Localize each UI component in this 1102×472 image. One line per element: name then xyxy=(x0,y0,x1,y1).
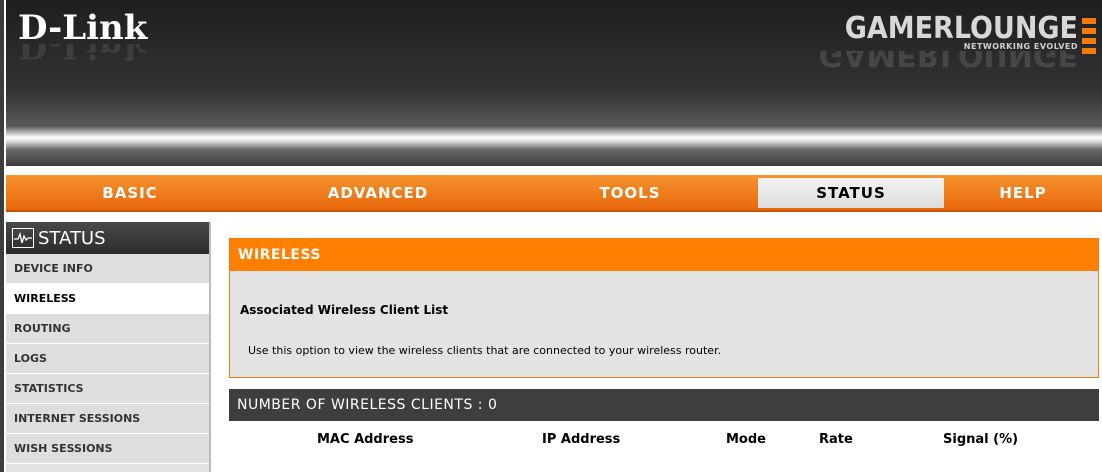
sidebar-title: STATUS xyxy=(38,227,106,249)
sidebar-item-routing[interactable]: ROUTING xyxy=(6,314,209,344)
gamerlounge-logo: GAMERLOUNGE NETWORKING EVOLVED GAMERLOUN… xyxy=(818,11,1096,69)
sidebar-item-statistics[interactable]: STATISTICS xyxy=(6,374,209,404)
tab-advanced[interactable]: ADVANCED xyxy=(254,175,502,210)
left-edge-bar xyxy=(0,0,4,472)
wireless-panel: WIRELESS Associated Wireless Client List… xyxy=(229,238,1099,378)
sidebar: STATUS DEVICE INFO WIRELESS ROUTING LOGS… xyxy=(6,222,211,472)
column-mac-address: MAC Address xyxy=(317,432,414,447)
column-ip-address: IP Address xyxy=(542,432,621,447)
status-pulse-icon xyxy=(12,228,34,248)
tab-status[interactable]: STATUS xyxy=(758,178,944,208)
table-header-row: MAC Address IP Address Mode Rate Signal … xyxy=(229,421,1099,461)
sidebar-item-logs[interactable]: LOGS xyxy=(6,344,209,374)
wireless-clients-table: NUMBER OF WIRELESS CLIENTS : 0 MAC Addre… xyxy=(229,389,1099,472)
sidebar-header: STATUS xyxy=(6,222,209,254)
product-title: GAMERLOUNGE xyxy=(844,11,1078,46)
column-rate: Rate xyxy=(819,432,853,447)
wireless-panel-subtitle: Associated Wireless Client List xyxy=(240,303,449,317)
dlink-logo: D-Link xyxy=(18,8,148,48)
wireless-panel-description: Use this option to view the wireless cli… xyxy=(248,344,722,357)
sidebar-item-wish-sessions[interactable]: WISH SESSIONS xyxy=(6,434,209,464)
sidebar-item-wireless[interactable]: WIRELESS xyxy=(6,284,209,314)
tab-help[interactable]: HELP xyxy=(944,175,1102,210)
top-nav: BASIC ADVANCED TOOLS STATUS HELP xyxy=(6,175,1102,212)
header-banner: D-Link D-Link GAMERLOUNGE NETWORKING EVO… xyxy=(6,0,1102,166)
wireless-clients-count: NUMBER OF WIRELESS CLIENTS : 0 xyxy=(229,389,1099,421)
column-signal: Signal (%) xyxy=(943,432,1019,447)
wireless-panel-title: WIRELESS xyxy=(230,239,1098,271)
tab-tools[interactable]: TOOLS xyxy=(502,175,758,210)
dlink-logo-reflection: D-Link xyxy=(18,44,148,66)
column-mode: Mode xyxy=(726,432,766,447)
product-title-reflection: GAMERLOUNGE xyxy=(818,51,1078,69)
sidebar-item-device-info[interactable]: DEVICE INFO xyxy=(6,254,209,284)
logo-dots-icon xyxy=(1082,18,1096,58)
tab-basic[interactable]: BASIC xyxy=(6,175,254,210)
sidebar-item-internet-sessions[interactable]: INTERNET SESSIONS xyxy=(6,404,209,434)
